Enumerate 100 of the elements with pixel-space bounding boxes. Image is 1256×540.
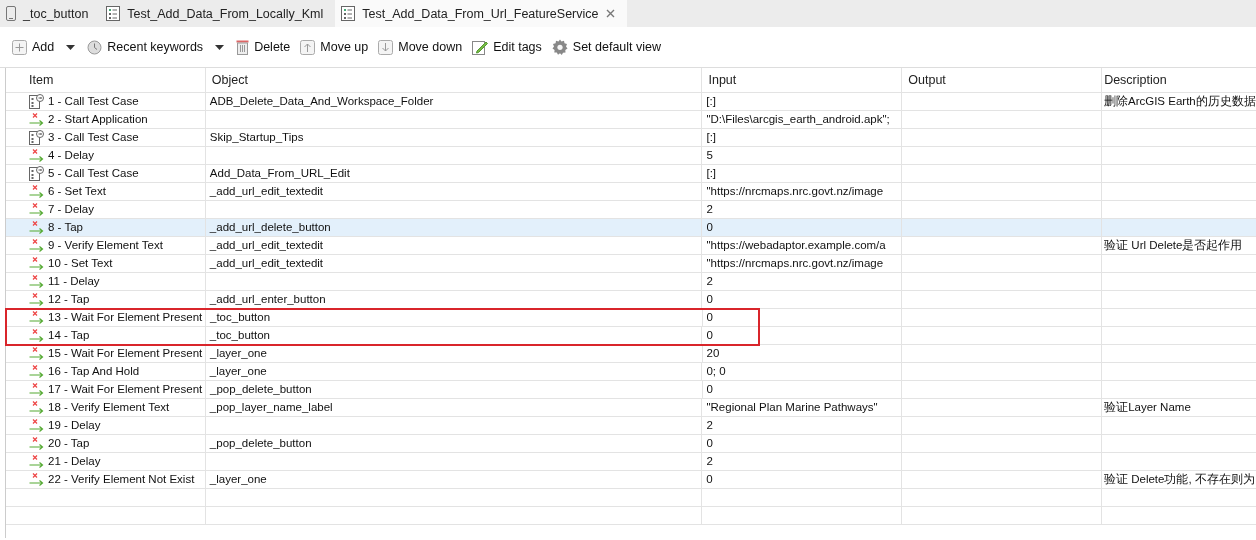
object-cell-text: _add_url_enter_button <box>209 292 326 307</box>
object-cell-text: _layer_one <box>209 472 267 487</box>
pencil-icon <box>472 39 489 55</box>
object-cell-text: ADB_Delete_Data_And_Workspace_Folder <box>209 94 434 109</box>
step-name: 6 - Set Text <box>48 184 106 199</box>
call-test-case-icon <box>29 166 44 181</box>
dropdown-caret-icon[interactable] <box>215 44 225 50</box>
toolbar-button[interactable]: Set default view <box>547 36 666 58</box>
step-name: 16 - Tap And Hold <box>48 364 140 379</box>
table-row[interactable]: 19 - Delay 2 <box>6 417 1256 435</box>
table-row[interactable]: 11 - Delay 2 <box>6 273 1256 291</box>
settings-icon <box>551 39 568 55</box>
object-cell-text: Skip_Startup_Tips <box>209 130 304 145</box>
step-name: 11 - Delay <box>48 274 100 289</box>
step-name: 1 - Call Test Case <box>48 94 139 109</box>
close-icon[interactable] <box>605 9 615 18</box>
call-test-case-icon <box>29 94 44 109</box>
step-name: 7 - Delay <box>48 202 95 217</box>
action-step-icon <box>29 149 44 162</box>
table-row[interactable]: 22 - Verify Element Not Exist _layer_one 0 验证 Delete功能, 不存在则为 <box>6 471 1256 489</box>
table-row[interactable]: 20 - Tap _pop_delete_button 0 <box>6 435 1256 453</box>
step-name: 13 - Wait For Element Present <box>48 310 203 325</box>
table-row[interactable]: 3 - Call Test Case Skip_Startup_Tips [:] <box>6 129 1256 147</box>
step-name: 2 - Start Application <box>48 112 148 127</box>
input-cell-text: 0 <box>706 220 713 235</box>
editor-tab[interactable]: _toc_button <box>0 0 101 27</box>
step-name: 15 - Wait For Element Present <box>48 346 203 361</box>
input-cell-text: 0 <box>706 292 713 307</box>
table-row[interactable]: 12 - Tap _add_url_enter_button 0 <box>6 291 1256 309</box>
input-cell-text: 2 <box>706 202 713 217</box>
table-row[interactable]: 14 - Tap _toc_button 0 <box>6 327 1256 345</box>
input-cell-text: 2 <box>706 274 713 289</box>
object-cell-text: _add_url_edit_textedit <box>209 184 324 199</box>
clock-icon <box>87 39 103 55</box>
description-cell-text: 验证Layer Name <box>1104 400 1191 415</box>
step-name: 4 - Delay <box>48 148 95 163</box>
action-step-icon <box>29 257 44 270</box>
table-row[interactable]: 8 - Tap _add_url_delete_button 0 <box>6 219 1256 237</box>
action-step-icon <box>29 275 44 288</box>
toolbar-button[interactable]: Delete <box>232 36 295 58</box>
step-name: 14 - Tap <box>48 328 90 343</box>
table-row[interactable]: 13 - Wait For Element Present _toc_button 0 <box>6 309 1256 327</box>
table-row[interactable]: 21 - Delay 2 <box>6 453 1256 471</box>
step-name: 18 - Verify Element Text <box>48 400 170 415</box>
action-step-icon <box>29 113 44 126</box>
table-row[interactable]: 5 - Call Test Case Add_Data_From_URL_Edit [:] <box>6 165 1256 183</box>
table-row[interactable]: 9 - Verify Element Text _add_url_edit_textedit "https://webadaptor.example.com/a 验证 Url Delete是否起作用 <box>6 237 1256 255</box>
action-step-icon <box>29 347 44 360</box>
editor-tab[interactable]: Test_Add_Data_From_Locally_Kml <box>100 0 336 27</box>
object-cell-text: _layer_one <box>209 364 267 379</box>
table-row[interactable]: 16 - Tap And Hold _layer_one 0; 0 <box>6 363 1256 381</box>
toolbar-button[interactable]: Move down <box>374 36 467 58</box>
table-row[interactable]: 2 - Start Application "D:\Files\arcgis_earth_android.apk"; <box>6 111 1256 129</box>
table-row[interactable]: 17 - Wait For Element Present _pop_delete_button 0 <box>6 381 1256 399</box>
action-step-icon <box>29 401 44 414</box>
input-cell-text: 0 <box>706 382 713 397</box>
input-cell-text: 0 <box>706 436 713 451</box>
toolbar-button[interactable]: Recent keywords <box>83 36 208 58</box>
object-cell-text: _layer_one <box>210 346 267 361</box>
toolbar-button[interactable]: Move up <box>296 36 373 58</box>
table-row[interactable]: 18 - Verify Element Text _pop_layer_name_label "Regional Plan Marine Pathways" 验证Layer Name <box>6 399 1256 417</box>
column-header[interactable]: Item <box>6 68 206 92</box>
column-header[interactable]: Object <box>205 68 703 92</box>
input-cell-text: 2 <box>706 454 713 469</box>
input-cell-text: "https://nrcmaps.nrc.govt.nz/image <box>706 184 884 199</box>
input-cell-text: "Regional Plan Marine Pathways" <box>706 400 878 415</box>
phone-icon <box>6 6 16 21</box>
step-name: 3 - Call Test Case <box>48 130 139 145</box>
toolbar-button[interactable]: Edit tags <box>468 36 546 58</box>
table-row[interactable]: 4 - Delay 5 <box>6 147 1256 165</box>
step-name: 19 - Delay <box>48 418 101 433</box>
input-cell-text: 20 <box>706 346 720 361</box>
object-cell-text: _toc_button <box>209 328 270 343</box>
object-cell-text: _add_url_delete_button <box>209 220 331 235</box>
editor-tab[interactable]: Test_Add_Data_From_Url_FeatureService <box>335 0 627 27</box>
dropdown-caret-icon[interactable] <box>66 44 76 50</box>
object-cell-text: _add_url_edit_textedit <box>209 238 324 253</box>
column-header[interactable]: Description <box>1102 68 1256 92</box>
table-row[interactable]: 10 - Set Text _add_url_edit_textedit "https://nrcmaps.nrc.govt.nz/image <box>6 255 1256 273</box>
table-row[interactable]: 15 - Wait For Element Present _layer_one 20 <box>6 345 1256 363</box>
step-name: 5 - Call Test Case <box>48 166 139 181</box>
description-cell-text: 验证 Delete功能, 不存在则为 <box>1104 472 1255 487</box>
table-row[interactable]: 6 - Set Text _add_url_edit_textedit "https://nrcmaps.nrc.govt.nz/image <box>6 183 1256 201</box>
input-cell-text: 0 <box>706 310 713 325</box>
toolbar-button[interactable]: Add <box>8 36 59 58</box>
input-cell-text: 5 <box>706 148 713 163</box>
action-step-icon <box>29 365 44 378</box>
trash-icon <box>236 39 250 55</box>
step-name: 21 - Delay <box>48 454 101 469</box>
table-row[interactable]: 1 - Call Test Case ADB_Delete_Data_And_Workspace_Folder [:] 删除ArcGIS Earth的历史数据 <box>6 93 1256 111</box>
action-step-icon <box>29 203 44 216</box>
column-header[interactable]: Input <box>702 68 903 92</box>
action-step-icon <box>29 419 44 432</box>
object-cell-text: _pop_delete_button <box>210 382 312 397</box>
input-cell-text: 0; 0 <box>706 364 726 379</box>
column-header[interactable]: Output <box>902 68 1103 92</box>
input-cell-text: 0 <box>706 328 713 343</box>
input-cell-text: 0 <box>706 472 713 487</box>
action-step-icon <box>29 383 44 396</box>
action-step-icon <box>29 455 44 468</box>
